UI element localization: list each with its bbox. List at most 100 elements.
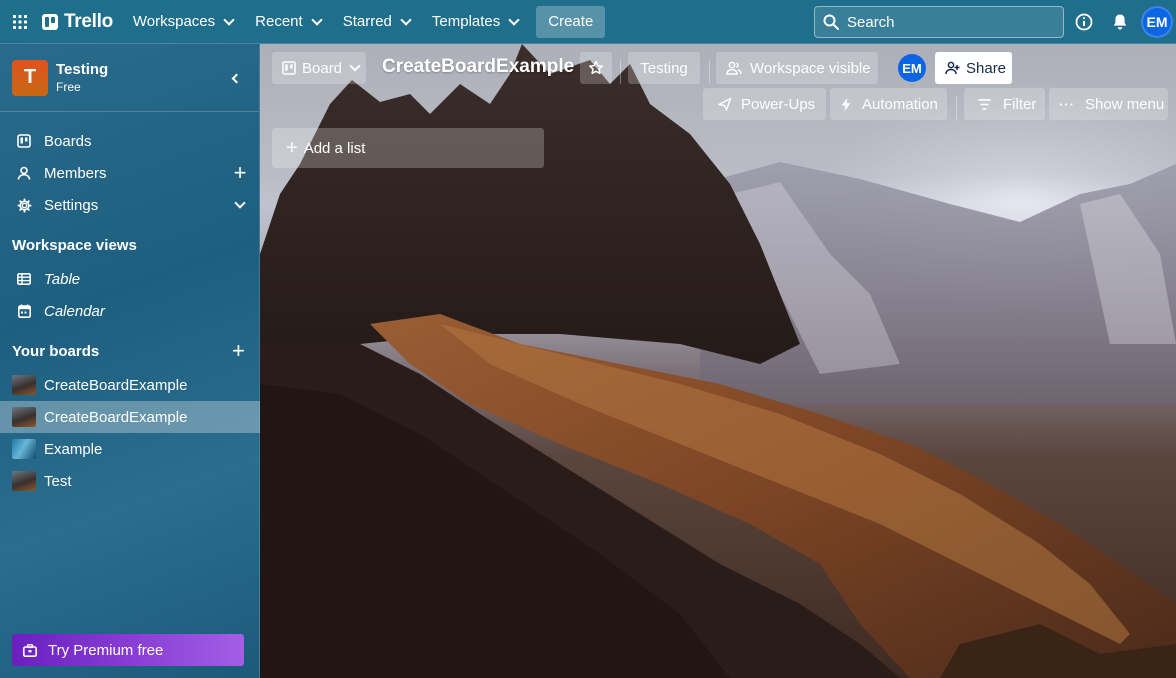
- your-boards-heading: Your boards: [12, 343, 100, 360]
- nav-label: Starred: [342, 13, 392, 30]
- create-button[interactable]: Create: [536, 5, 606, 38]
- bell-icon: [1113, 14, 1127, 30]
- chevron-left-icon: [231, 73, 242, 83]
- header-divider: [709, 60, 710, 84]
- add-list-label: Add a list: [303, 139, 366, 157]
- sidebar-board-item[interactable]: Example: [0, 433, 260, 465]
- workspace-badge[interactable]: T: [12, 59, 48, 96]
- try-premium-button[interactable]: Try Premium free: [12, 634, 244, 666]
- power-ups-button[interactable]: Power-Ups: [703, 88, 826, 120]
- sidebar-item-label: Table: [44, 270, 81, 288]
- nav-label: Templates: [431, 13, 501, 30]
- plus-icon: +: [286, 137, 298, 159]
- board-thumbnail: [12, 407, 36, 427]
- person-icon: [16, 165, 32, 181]
- information-button[interactable]: [1072, 10, 1096, 34]
- nav-starred[interactable]: Starred: [333, 6, 420, 38]
- add-list-button[interactable]: + Add a list: [272, 128, 544, 168]
- grid-icon: [13, 14, 27, 29]
- board-name: Test: [44, 472, 72, 490]
- rocket-icon: [718, 97, 732, 111]
- sidebar-board-item-active[interactable]: CreateBoardExample: [0, 401, 260, 433]
- show-menu-button[interactable]: ··· Show menu: [1049, 88, 1168, 120]
- workspace-views-heading: Workspace views: [12, 237, 137, 254]
- chevron-down-icon: [349, 60, 361, 72]
- trello-logo[interactable]: Trello: [42, 11, 113, 33]
- board-header: Board CreateBoardExample Testing Workspa…: [260, 44, 1176, 128]
- people-icon: [726, 61, 742, 75]
- board-member-avatar[interactable]: EM: [898, 54, 926, 82]
- view-switcher-button[interactable]: Board: [272, 52, 366, 84]
- sidebar-item-boards[interactable]: Boards: [0, 125, 260, 157]
- board-canvas: Board CreateBoardExample Testing Workspa…: [260, 44, 1176, 678]
- add-person-icon: [945, 61, 960, 75]
- search-box[interactable]: [814, 6, 1064, 38]
- board-name: CreateBoardExample: [44, 408, 188, 426]
- sidebar-item-table[interactable]: Table: [0, 263, 260, 295]
- sidebar-board-item[interactable]: CreateBoardExample: [0, 369, 260, 401]
- header-divider: [956, 96, 957, 120]
- add-member-button[interactable]: +: [232, 162, 248, 184]
- share-button[interactable]: Share: [935, 52, 1012, 84]
- add-board-button[interactable]: +: [232, 340, 245, 362]
- board-thumbnail: [12, 375, 36, 395]
- chevron-down-icon: [234, 197, 246, 209]
- chevron-down-icon: [400, 13, 412, 26]
- visibility-label: Workspace visible: [750, 59, 871, 77]
- sidebar-item-label: Settings: [44, 196, 99, 214]
- boards-icon: [16, 133, 32, 149]
- chevron-down-icon: [311, 13, 323, 26]
- power-ups-label: Power-Ups: [741, 95, 816, 113]
- app-switcher-button[interactable]: [4, 6, 36, 38]
- nav-label: Workspaces: [132, 13, 216, 30]
- lightning-icon: [841, 97, 851, 111]
- sidebar-item-members[interactable]: Members +: [0, 157, 260, 189]
- view-switcher-label: Board: [302, 59, 343, 77]
- table-icon: [16, 271, 32, 287]
- account-avatar[interactable]: EM: [1141, 6, 1173, 38]
- workspace-plan: Free: [56, 79, 81, 94]
- workspace-info: Testing Free: [56, 61, 108, 95]
- workspace-header: T Testing Free: [0, 44, 259, 112]
- filter-button[interactable]: Filter: [964, 88, 1045, 120]
- top-navigation-bar: Trello Workspaces Recent Starred Templat…: [0, 0, 1176, 44]
- workspace-link-button[interactable]: Testing: [628, 52, 700, 84]
- ellipsis-icon: ···: [1059, 96, 1075, 112]
- automation-button[interactable]: Automation: [830, 88, 947, 120]
- nav-workspaces[interactable]: Workspaces: [123, 6, 243, 38]
- board-view-icon: [282, 61, 296, 75]
- info-icon: [1075, 13, 1093, 31]
- sidebar-board-item[interactable]: Test: [0, 465, 260, 497]
- notifications-button[interactable]: [1108, 10, 1132, 34]
- search-input[interactable]: [847, 13, 1047, 31]
- briefcase-icon: [22, 642, 38, 658]
- filter-icon: [978, 98, 991, 110]
- sidebar-item-label: Calendar: [44, 302, 105, 320]
- star-board-button[interactable]: [580, 52, 612, 84]
- board-name: CreateBoardExample: [44, 376, 188, 394]
- board-thumbnail: [12, 439, 36, 459]
- chevron-down-icon: [508, 13, 520, 26]
- filter-label: Filter: [1003, 95, 1037, 113]
- trello-logo-icon: [42, 13, 58, 30]
- workspace-name[interactable]: Testing: [56, 61, 108, 79]
- show-menu-label: Show menu: [1085, 95, 1165, 113]
- automation-label: Automation: [862, 95, 938, 113]
- nav-label: Recent: [255, 13, 303, 30]
- nav-recent[interactable]: Recent: [245, 6, 331, 38]
- gear-icon: [16, 197, 32, 213]
- collapse-sidebar-button[interactable]: [227, 70, 243, 86]
- brand-name: Trello: [64, 10, 113, 32]
- nav-templates[interactable]: Templates: [422, 6, 528, 38]
- sidebar-item-settings[interactable]: Settings: [0, 189, 260, 221]
- chevron-down-icon: [223, 13, 235, 26]
- star-icon: [589, 60, 603, 75]
- board-title[interactable]: CreateBoardExample: [382, 56, 574, 78]
- visibility-button[interactable]: Workspace visible: [716, 52, 878, 84]
- search-icon: [823, 14, 839, 30]
- settings-expand-button[interactable]: [232, 197, 248, 213]
- workspace-sidebar: T Testing Free Boards Members + Settings…: [0, 44, 260, 678]
- sidebar-item-label: Boards: [44, 132, 92, 150]
- board-name: Example: [44, 440, 103, 458]
- sidebar-item-calendar[interactable]: Calendar: [0, 295, 260, 327]
